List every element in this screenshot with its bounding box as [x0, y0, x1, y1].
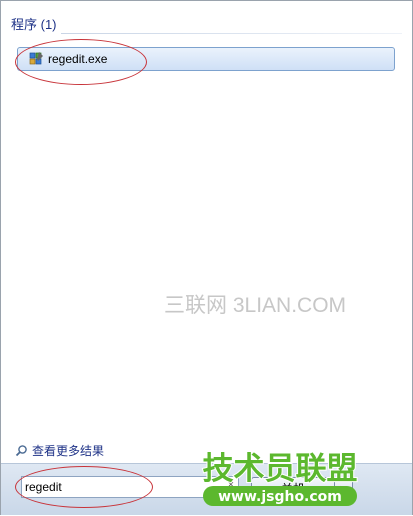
see-more-label: 查看更多结果	[32, 443, 105, 458]
start-menu: 程序 (1) regedit.exe 三联网 3LIAN.COM 查看更多结果 …	[0, 0, 413, 515]
see-more-results-link[interactable]: 查看更多结果	[15, 441, 104, 459]
search-input[interactable]	[25, 478, 215, 496]
group-divider	[61, 33, 402, 34]
search-results-pane	[7, 9, 405, 463]
shutdown-options-arrow-icon[interactable]: ▶	[335, 477, 353, 499]
clear-search-icon[interactable]: ×	[228, 479, 234, 491]
watermark: 三联网 3LIAN.COM	[164, 294, 347, 317]
search-box: ×	[21, 476, 239, 498]
regedit-icon	[28, 51, 44, 67]
result-item-label: regedit.exe	[48, 52, 108, 66]
group-header-programs: 程序 (1)	[11, 17, 57, 32]
result-item-regedit[interactable]: regedit.exe	[17, 47, 395, 71]
shutdown-button[interactable]: 关机	[251, 477, 335, 499]
search-icon	[15, 444, 27, 456]
